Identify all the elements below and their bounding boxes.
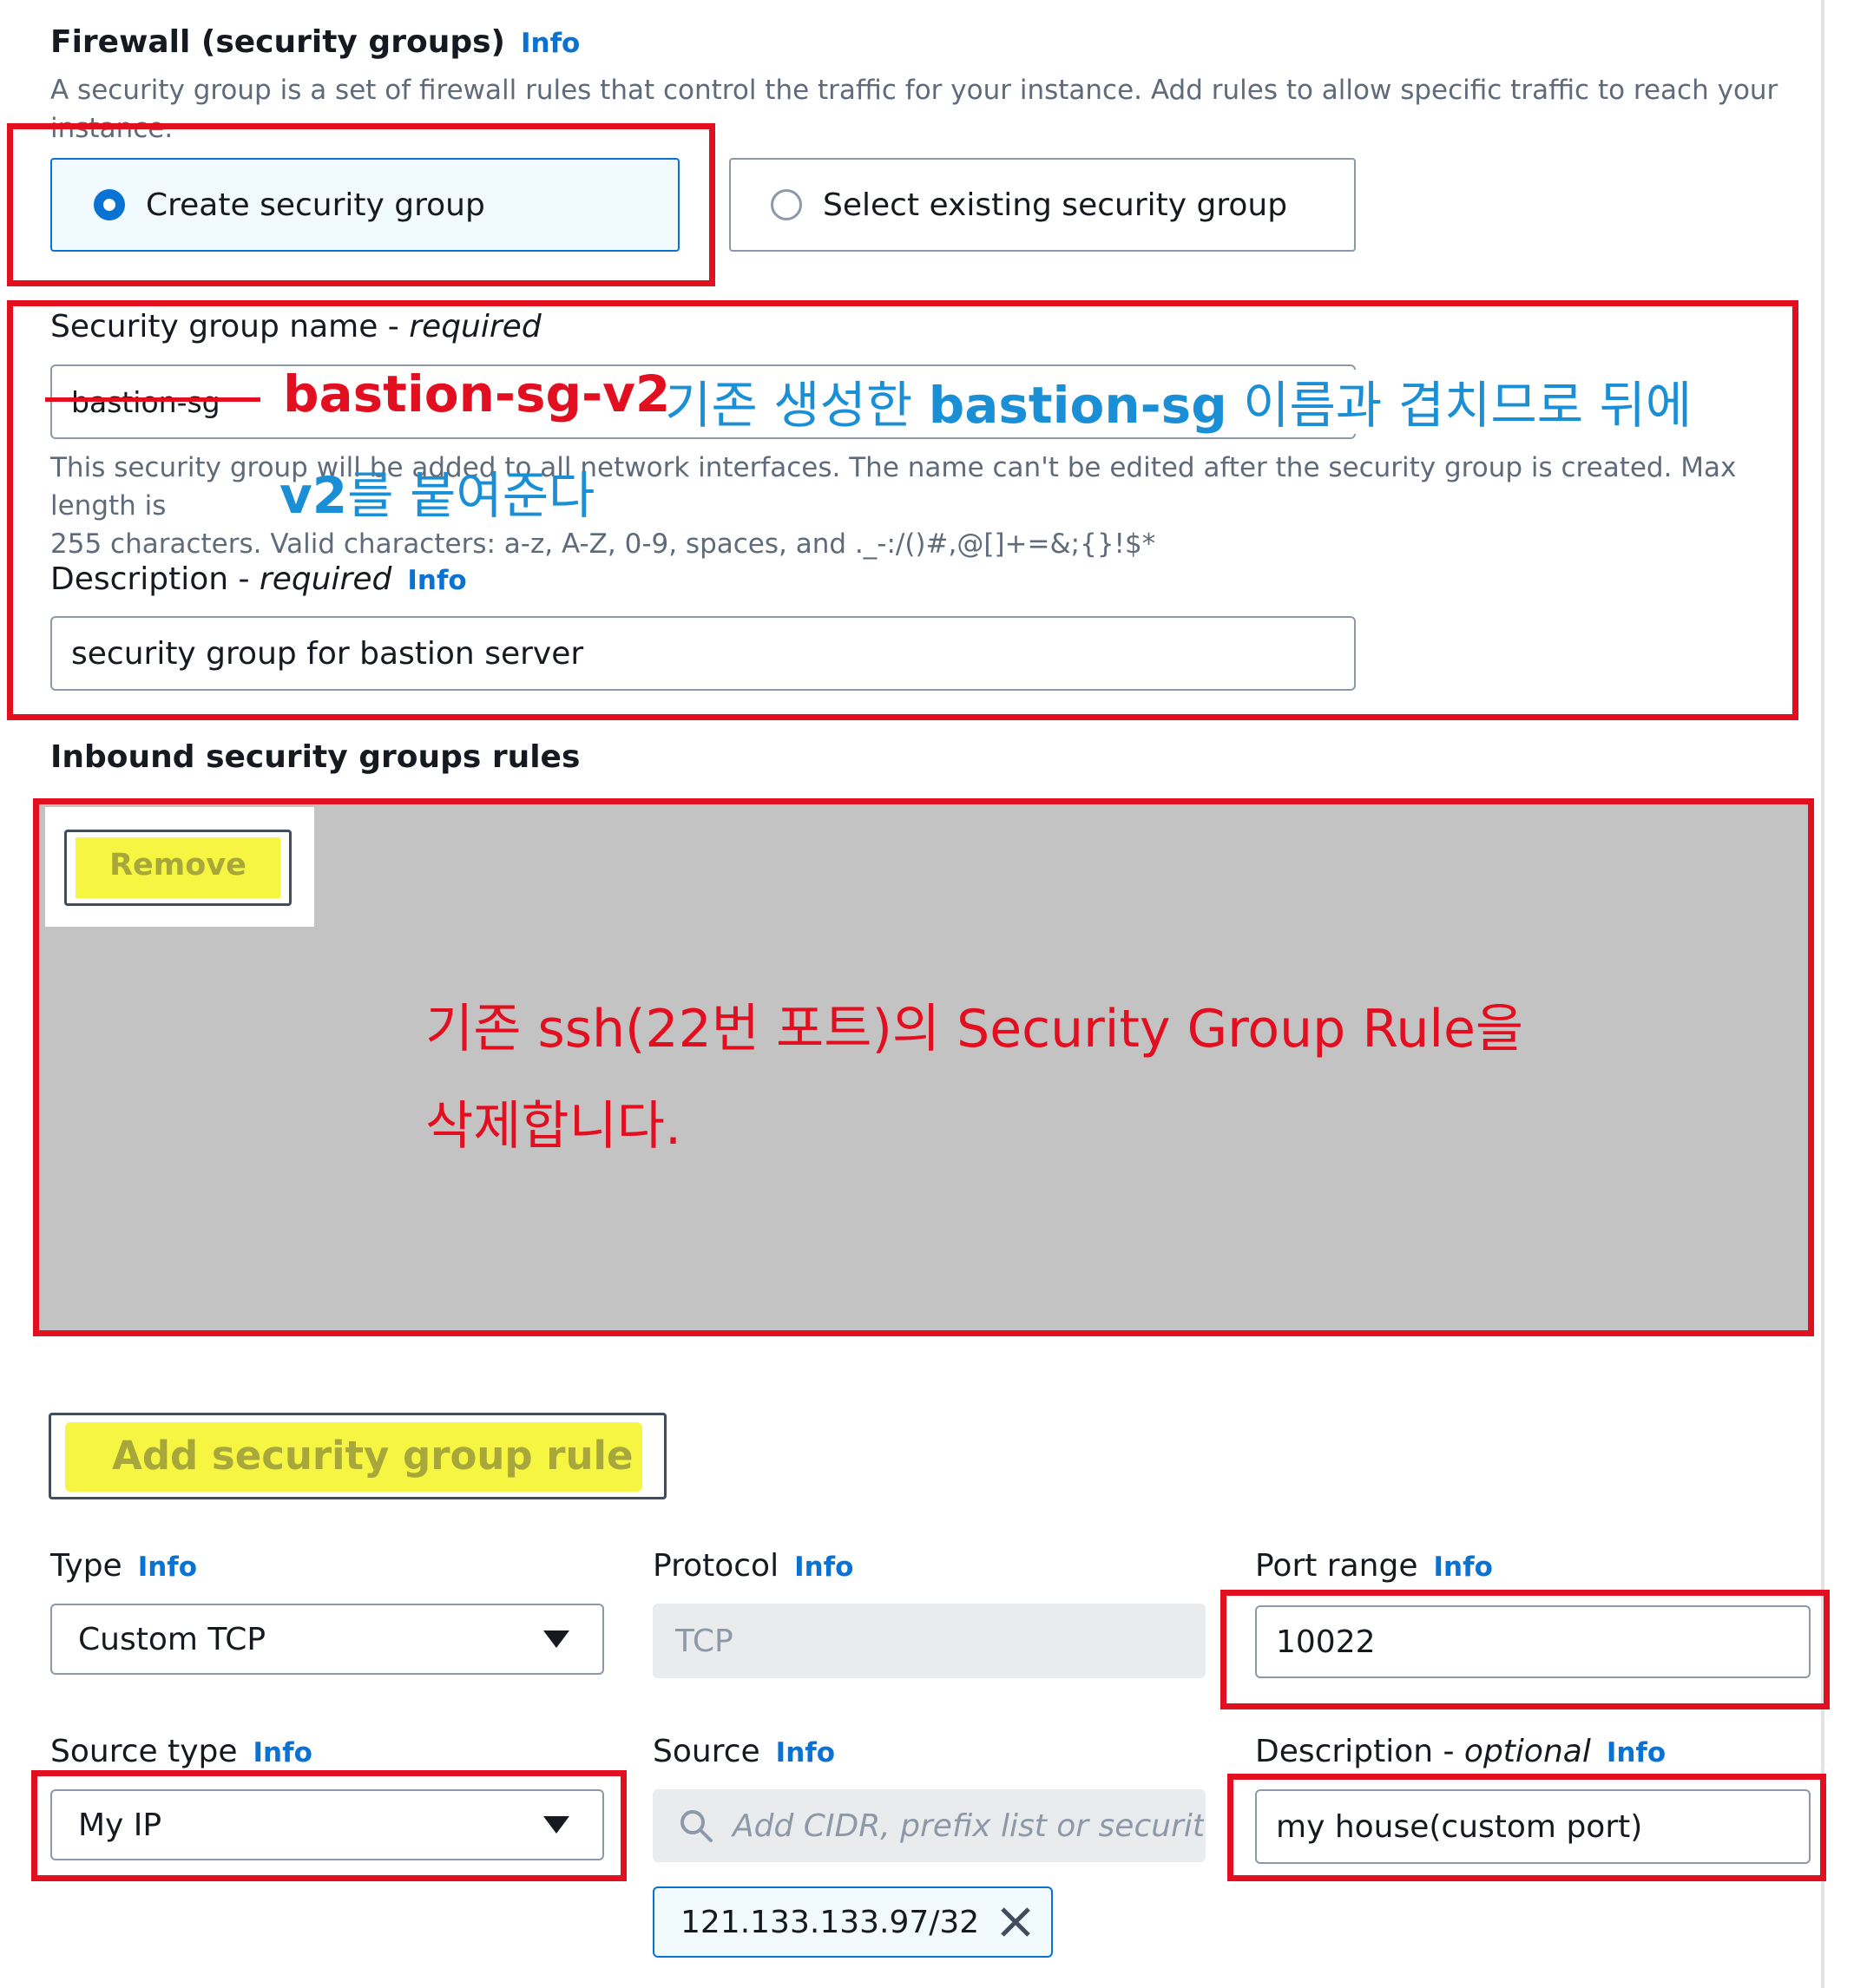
rule-description-label: Description - optional Info <box>1255 1734 1666 1769</box>
strikethrough-line <box>45 397 260 402</box>
remove-button-label: Remove <box>109 848 247 882</box>
new-name-annotation: bastion-sg-v2 <box>283 364 670 423</box>
type-select[interactable]: Custom TCP <box>50 1604 604 1675</box>
page-edge <box>1821 0 1824 1988</box>
sg-description-label-text: Description - <box>50 561 260 597</box>
firewall-description: A security group is a set of firewall ru… <box>50 71 1786 148</box>
source-type-select[interactable]: My IP <box>50 1789 604 1860</box>
inbound-rules-heading: Inbound security groups rules <box>50 739 581 775</box>
source-info-link[interactable]: Info <box>776 1737 835 1768</box>
firewall-title: Firewall (security groups) <box>50 24 505 60</box>
rename-annotation-line1-a: 기존 생성한 <box>665 376 929 435</box>
protocol-field: TCP <box>653 1604 1206 1678</box>
rename-annotation-line2: v2를 붙여준다 <box>279 455 595 528</box>
new-name-annotation-text: bastion-sg-v2 <box>283 364 671 423</box>
type-select-value: Custom TCP <box>78 1621 266 1657</box>
source-placeholder: Add CIDR, prefix list or security <box>733 1808 1206 1844</box>
rule-description-input[interactable]: my house(custom port) <box>1255 1789 1811 1864</box>
firewall-heading: Firewall (security groups) Info <box>50 24 580 60</box>
source-type-label-text: Source type <box>50 1734 238 1769</box>
rule-description-info-link[interactable]: Info <box>1607 1737 1666 1768</box>
rename-annotation-line2-b: 를 붙여준다 <box>347 466 595 525</box>
create-security-group-option[interactable]: Create security group <box>50 158 680 252</box>
protocol-label-text: Protocol <box>653 1548 779 1584</box>
rule-description-optional: optional <box>1463 1734 1591 1769</box>
sg-name-required: required <box>409 309 542 344</box>
type-info-link[interactable]: Info <box>138 1552 197 1583</box>
rename-annotation-line1-b: bastion-sg <box>928 376 1227 435</box>
source-type-value: My IP <box>78 1807 162 1843</box>
type-label-text: Type <box>50 1548 122 1584</box>
source-label: Source Info <box>653 1734 835 1769</box>
rename-annotation-line1: 기존 생성한 bastion-sg 이름과 겹치므로 뒤에 <box>665 364 1692 437</box>
sg-description-value: security group for bastion server <box>71 635 584 672</box>
rule-description-value: my house(custom port) <box>1276 1808 1643 1845</box>
firewall-description-line1: A security group is a set of firewall ru… <box>50 75 1778 106</box>
caret-down-icon <box>543 1630 569 1648</box>
source-type-label: Source type Info <box>50 1734 312 1769</box>
firewall-info-link[interactable]: Info <box>521 28 580 59</box>
delete-rule-annotation: 기존 ssh(22번 포트)의 Security Group Rule을 삭제합… <box>425 981 1523 1175</box>
rename-annotation-line1-c: 이름과 겹치므로 뒤에 <box>1226 376 1693 435</box>
delete-rule-annotation-line1: 기존 ssh(22번 포트)의 Security Group Rule을 <box>425 999 1524 1060</box>
sg-name-label: Security group name - required <box>50 309 542 344</box>
type-label: Type Info <box>50 1548 197 1584</box>
sg-description-required: required <box>259 561 392 597</box>
create-security-group-label: Create security group <box>146 187 485 223</box>
remove-button[interactable]: Remove <box>64 830 292 906</box>
add-security-group-rule-button[interactable]: Add security group rule <box>49 1413 667 1499</box>
caret-down-icon <box>543 1816 569 1834</box>
close-icon[interactable] <box>999 1906 1032 1939</box>
rule-description-label-text: Description - <box>1255 1734 1464 1769</box>
source-type-info-link[interactable]: Info <box>253 1737 312 1768</box>
radio-unselected-icon[interactable] <box>771 189 802 220</box>
rename-annotation-line2-a: v2 <box>279 466 348 525</box>
port-range-label-text: Port range <box>1255 1548 1418 1584</box>
protocol-label: Protocol Info <box>653 1548 853 1584</box>
protocol-info-link[interactable]: Info <box>794 1552 853 1583</box>
sg-description-input[interactable]: security group for bastion server <box>50 616 1356 691</box>
source-label-text: Source <box>653 1734 760 1769</box>
port-range-value: 10022 <box>1276 1624 1376 1660</box>
search-icon <box>680 1810 713 1842</box>
source-search-input[interactable]: Add CIDR, prefix list or security <box>653 1789 1206 1862</box>
sg-description-info-link[interactable]: Info <box>407 565 466 596</box>
add-rule-button-label: Add security group rule <box>112 1433 634 1479</box>
sg-name-label-text: Security group name - <box>50 309 410 344</box>
sg-description-label: Description - required Info <box>50 561 467 597</box>
radio-selected-icon[interactable] <box>94 189 125 220</box>
port-range-label: Port range Info <box>1255 1548 1493 1584</box>
delete-rule-annotation-line2: 삭제합니다. <box>425 1096 682 1157</box>
select-existing-security-group-label: Select existing security group <box>823 187 1288 223</box>
select-existing-security-group-option[interactable]: Select existing security group <box>729 158 1356 252</box>
source-token-value: 121.133.133.97/32 <box>680 1904 980 1940</box>
port-range-input[interactable]: 10022 <box>1255 1605 1811 1678</box>
sg-name-help-line2: 255 characters. Valid characters: a-z, A… <box>50 528 1156 560</box>
protocol-value: TCP <box>675 1623 733 1659</box>
firewall-description-line2: instance. <box>50 113 174 144</box>
sg-name-value: bastion-sg <box>71 384 220 419</box>
source-token: 121.133.133.97/32 <box>653 1886 1053 1958</box>
port-range-info-link[interactable]: Info <box>1434 1552 1493 1583</box>
